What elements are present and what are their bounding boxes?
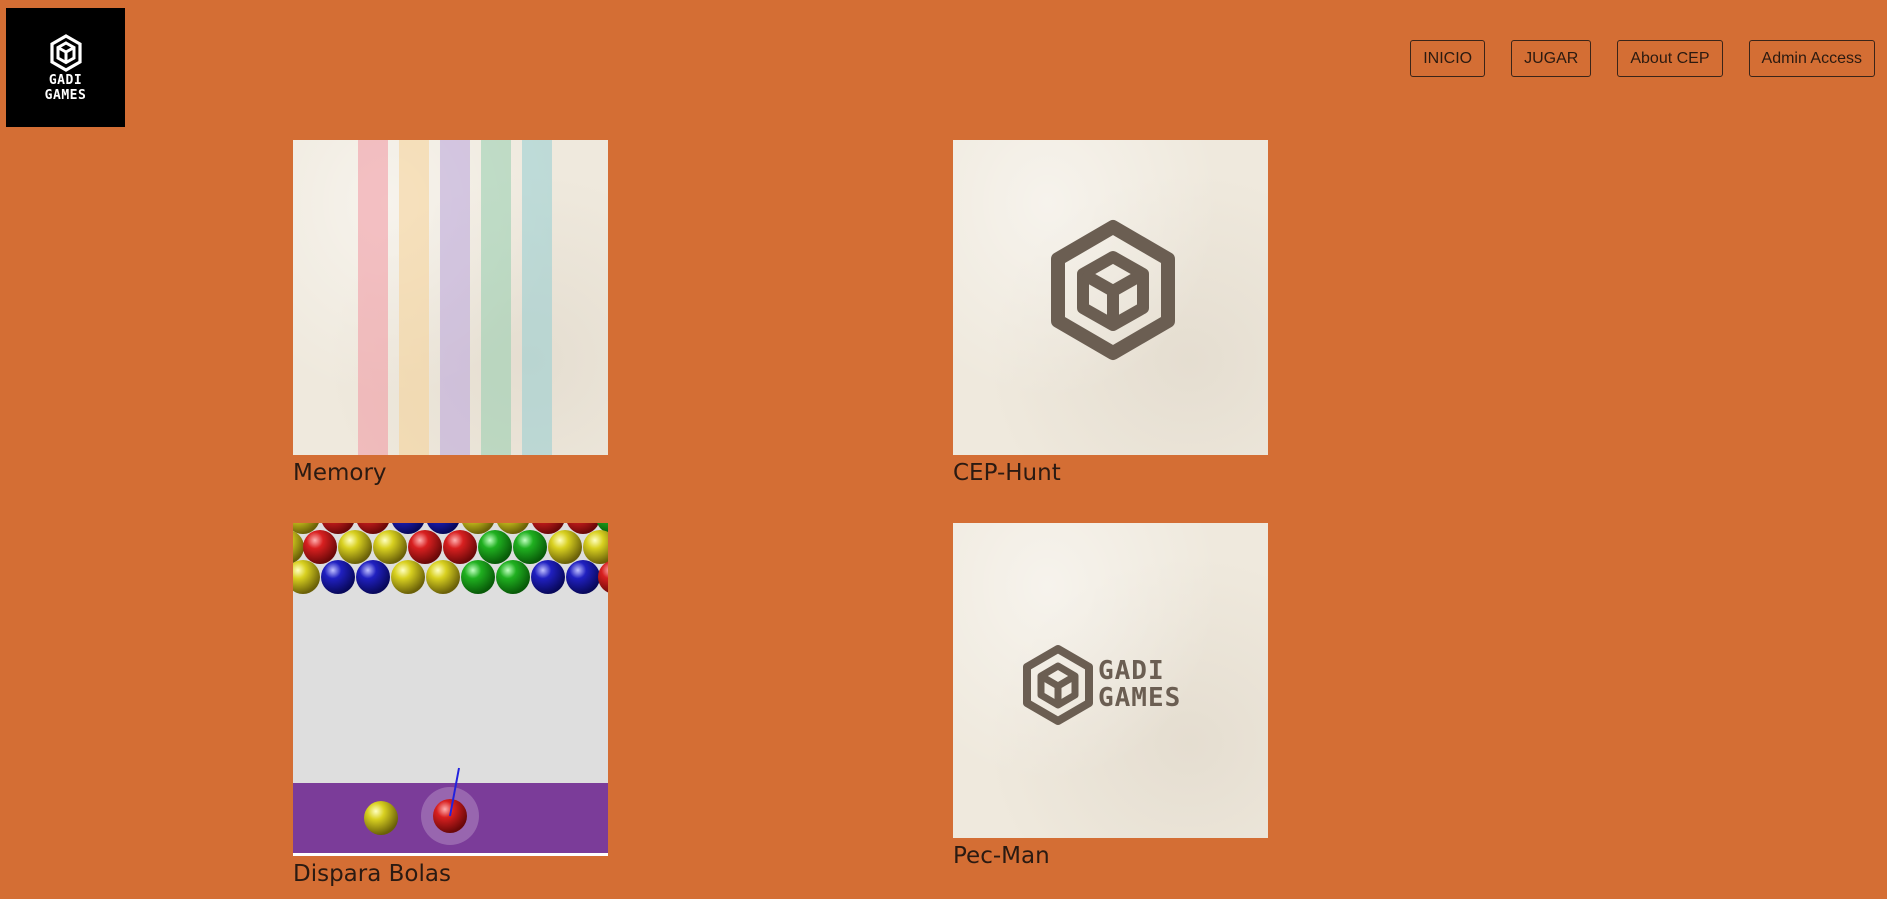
site-logo[interactable]: GADI GAMES	[6, 8, 125, 127]
pec-man-thumbnail[interactable]: GADI GAMES	[953, 523, 1268, 838]
nav-inicio-button[interactable]: INICIO	[1410, 40, 1486, 77]
stripe-green	[481, 140, 511, 455]
pec-man-logo-line1: GADI	[1098, 656, 1165, 686]
pec-man-title[interactable]: Pec-Man	[953, 842, 1268, 870]
gadi-cube-icon	[1051, 220, 1175, 360]
cep-hunt-thumbnail[interactable]	[953, 140, 1268, 455]
stripe-teal	[522, 140, 552, 455]
stripe-yellow	[399, 140, 429, 455]
game-card-pec-man: GADI GAMES Pec-Man	[953, 523, 1268, 870]
cep-hunt-title[interactable]: CEP-Hunt	[953, 459, 1268, 487]
gadi-cube-icon	[49, 33, 82, 72]
nav-jugar-button[interactable]: JUGAR	[1511, 40, 1592, 77]
game-card-cep-hunt: CEP-Hunt	[953, 140, 1268, 487]
top-nav: INICIO JUGAR About CEP Admin Access	[1410, 40, 1875, 77]
nav-about-button[interactable]: About CEP	[1617, 40, 1723, 77]
dispara-bolas-title[interactable]: Dispara Bolas	[293, 860, 608, 888]
logo-text-line1: GADI	[48, 72, 83, 88]
nav-admin-button[interactable]: Admin Access	[1748, 40, 1875, 77]
pec-man-logo-line2: GAMES	[1098, 683, 1182, 713]
game-card-dispara-bolas: Dispara Bolas	[293, 523, 608, 888]
memory-title[interactable]: Memory	[293, 459, 608, 487]
stripe-purple	[440, 140, 470, 455]
dispara-bolas-thumbnail[interactable]	[293, 523, 608, 856]
memory-thumbnail[interactable]	[293, 140, 608, 455]
stripe-pink	[358, 140, 388, 455]
bubble-shooter-scene	[293, 523, 608, 856]
logo-text-line2: GAMES	[44, 87, 87, 103]
game-card-memory: Memory	[293, 140, 608, 487]
